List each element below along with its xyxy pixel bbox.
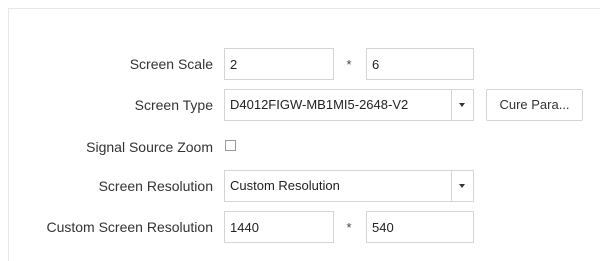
screen-scale-row: Screen Scale * <box>0 48 600 80</box>
signal-source-zoom-checkbox[interactable] <box>225 140 236 151</box>
signal-source-zoom-row: Signal Source Zoom <box>0 131 600 163</box>
custom-screen-resolution-row: Custom Screen Resolution * <box>0 211 600 243</box>
screen-type-select[interactable]: D4012FIGW-MB1MI5-2648-V2 <box>224 89 474 121</box>
screen-scale-separator: * <box>346 57 352 72</box>
cure-para-button[interactable]: Cure Para... <box>486 89 583 121</box>
screen-resolution-selected-value: Custom Resolution <box>230 178 340 193</box>
screen-resolution-dropdown-toggle[interactable] <box>451 171 473 201</box>
screen-type-label: Screen Type <box>134 97 213 113</box>
custom-resolution-height-input[interactable] <box>366 211 474 243</box>
screen-type-dropdown-toggle[interactable] <box>451 90 473 120</box>
screen-resolution-label: Screen Resolution <box>98 178 213 194</box>
screen-type-selected-value: D4012FIGW-MB1MI5-2648-V2 <box>230 97 409 112</box>
screen-type-row: Screen Type D4012FIGW-MB1MI5-2648-V2 Cur… <box>0 89 600 121</box>
screen-scale-width-input[interactable] <box>224 48 334 80</box>
signal-source-zoom-label: Signal Source Zoom <box>86 139 213 155</box>
chevron-down-icon <box>459 103 465 107</box>
custom-resolution-width-input[interactable] <box>224 211 334 243</box>
chevron-down-icon <box>459 184 465 188</box>
screen-scale-height-input[interactable] <box>366 48 474 80</box>
screen-resolution-row: Screen Resolution Custom Resolution <box>0 170 600 202</box>
screen-resolution-select[interactable]: Custom Resolution <box>224 170 474 202</box>
custom-resolution-separator: * <box>346 220 352 235</box>
screen-scale-label: Screen Scale <box>129 56 213 72</box>
custom-screen-resolution-label: Custom Screen Resolution <box>46 219 213 235</box>
